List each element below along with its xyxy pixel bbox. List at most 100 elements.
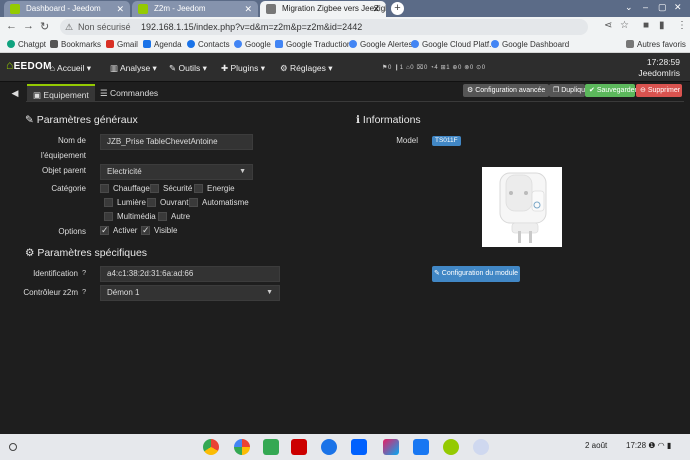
- checkbox-box[interactable]: [104, 212, 113, 221]
- checkbox-box[interactable]: [194, 184, 203, 193]
- close-tab-icon[interactable]: ✕: [244, 1, 252, 17]
- menu-accueil[interactable]: ⌂ Accueil ▾: [50, 63, 91, 74]
- menu-reglages[interactable]: ⚙ Réglages ▾: [280, 63, 333, 74]
- category-securite-checkbox[interactable]: Sécurité: [150, 184, 192, 194]
- battery-icon: ▮: [666, 441, 672, 450]
- browser-tab-strip: Dashboard - Jeedom ✕ Z2m - Jeedom ✕ Migr…: [0, 0, 690, 17]
- bookmark-google-cloud[interactable]: Google Cloud Platf...: [411, 39, 496, 51]
- app-gradient-icon[interactable]: [383, 439, 399, 455]
- checkbox-box[interactable]: [147, 198, 156, 207]
- bookmark-bookmarks[interactable]: Bookmarks: [50, 39, 101, 51]
- star-icon[interactable]: ☆: [620, 20, 629, 31]
- parent-object-select[interactable]: Electricité ▼: [100, 164, 253, 180]
- checkbox-box[interactable]: [158, 212, 167, 221]
- play-store-icon[interactable]: [263, 439, 279, 455]
- bookmark-contacts[interactable]: Contacts: [187, 39, 230, 51]
- help-icon[interactable]: ?: [82, 268, 86, 277]
- maximize-icon[interactable]: ▢: [658, 2, 667, 13]
- tab-search-icon[interactable]: ⌄: [625, 2, 633, 13]
- caret-down-icon: ▼: [239, 168, 246, 175]
- menu-analyse[interactable]: ▥ Analyse ▾: [110, 63, 157, 74]
- photos-icon[interactable]: [234, 439, 250, 455]
- url-text: 192.168.1.15/index.php?v=d&m=z2m&p=z2m&i…: [141, 22, 363, 32]
- facebook-icon[interactable]: [413, 439, 429, 455]
- clock-time: 17:28:59: [646, 57, 680, 67]
- browser-toolbar: ← → ↻ ⚠ Non sécurisé 192.168.1.15/index.…: [0, 17, 690, 37]
- checkbox-box[interactable]: [150, 184, 159, 193]
- delete-button[interactable]: ⊖ Supprimer: [636, 84, 682, 97]
- reload-icon[interactable]: ↻: [40, 20, 49, 33]
- advanced-config-button[interactable]: ⚙ Configuration avancée: [463, 84, 549, 97]
- sidepanel-icon[interactable]: ▮: [659, 20, 665, 31]
- extensions-icon[interactable]: ■: [643, 20, 649, 31]
- bookmark-google-alertes[interactable]: Google Alertes: [349, 39, 412, 51]
- forward-arrow-icon[interactable]: →: [23, 20, 34, 32]
- module-config-button[interactable]: ✎ Configuration du module: [432, 266, 520, 282]
- cogs-icon: ⚙: [25, 247, 38, 259]
- close-window-icon[interactable]: ✕: [674, 2, 682, 13]
- duplicate-button[interactable]: ❐ Dupliquer: [549, 84, 591, 97]
- bookmark-other-favorites[interactable]: Autres favoris: [626, 39, 686, 51]
- chrome-icon[interactable]: [203, 439, 219, 455]
- jeedom-app-icon[interactable]: [443, 439, 459, 455]
- category-multimedia-checkbox[interactable]: Multimédia: [104, 212, 156, 222]
- kebab-menu-icon[interactable]: ⋮: [677, 20, 687, 31]
- launcher-icon[interactable]: [9, 443, 17, 451]
- close-tab-icon[interactable]: ✕: [372, 1, 380, 17]
- option-activer-checkbox[interactable]: Activer: [100, 225, 137, 236]
- checkbox-box[interactable]: [100, 184, 109, 193]
- back-arrow-icon[interactable]: ←: [6, 20, 17, 32]
- checkbox-box[interactable]: [141, 225, 150, 235]
- messages-icon[interactable]: [321, 439, 337, 455]
- browser-tab-dashboard[interactable]: Dashboard - Jeedom ✕: [4, 1, 130, 17]
- notification-icon: ❶: [648, 441, 656, 450]
- category-energie-checkbox[interactable]: Energie: [194, 184, 235, 194]
- name-label-line2: l'équipement: [40, 151, 86, 160]
- menu-plugins[interactable]: ✚ Plugins ▾: [221, 63, 265, 74]
- bookmark-google-dashboard[interactable]: Google Dashboard: [491, 39, 569, 51]
- share-icon[interactable]: ⋖: [604, 20, 612, 31]
- checkbox-box[interactable]: [104, 198, 113, 207]
- dropbox-icon[interactable]: [351, 439, 367, 455]
- option-visible-checkbox[interactable]: Visible: [141, 225, 177, 236]
- help-icon[interactable]: ?: [82, 287, 86, 296]
- bookmark-gmail[interactable]: Gmail: [106, 39, 138, 51]
- device-image: [482, 167, 562, 247]
- copy-icon: ❐: [553, 87, 562, 94]
- bookmark-agenda[interactable]: Agenda: [143, 39, 182, 51]
- menu-outils[interactable]: ✎ Outils ▾: [169, 63, 207, 74]
- equipment-name-input[interactable]: JZB_Prise TableChevetAntoine: [100, 134, 253, 150]
- category-lumiere-checkbox[interactable]: Lumière: [104, 198, 146, 208]
- info-icon: ℹ: [356, 114, 363, 126]
- category-autre-checkbox[interactable]: Autre: [158, 212, 190, 222]
- back-circle-icon[interactable]: ◀: [8, 88, 22, 100]
- browser-tab-z2m[interactable]: Z2m - Jeedom ✕: [132, 1, 258, 17]
- close-tab-icon[interactable]: ✕: [116, 1, 124, 17]
- controller-label: Contrôleur z2m: [23, 288, 78, 297]
- controller-select[interactable]: Démon 1 ▼: [100, 285, 280, 301]
- save-button[interactable]: ✔ Sauvegarder: [585, 84, 637, 97]
- app-red-icon[interactable]: [291, 439, 307, 455]
- system-tray[interactable]: 17:28 ❶ ◠ ▮: [626, 441, 671, 450]
- jeedom-favicon-icon: [10, 4, 20, 14]
- minimize-icon[interactable]: –: [643, 2, 648, 12]
- date-indicator[interactable]: 2 août: [585, 441, 607, 450]
- browser-tab-migration[interactable]: Migration Zigbee vers JeeZigbee ✕: [260, 1, 386, 17]
- status-counters[interactable]: ⚑0 ❙1 ⌂0 ⌧0 ◔4 ⊞1 ⊕0 ⊗0 ⊙0: [382, 64, 486, 71]
- tab-commandes[interactable]: ☰ Commandes: [94, 84, 164, 102]
- tab-equipement[interactable]: ▣ Equipement: [27, 84, 95, 102]
- bookmark-google-traduction[interactable]: Google Traduction: [275, 39, 351, 51]
- checkbox-box[interactable]: [100, 225, 109, 235]
- category-automatisme-checkbox[interactable]: Automatisme: [189, 198, 249, 208]
- category-ouvrant-checkbox[interactable]: Ouvrant: [147, 198, 188, 208]
- category-label: Catégorie: [51, 184, 86, 193]
- bookmark-chatgpt[interactable]: Chatgpt: [7, 39, 46, 51]
- jeedom-logo[interactable]: ⌂EEDOM: [6, 58, 52, 72]
- address-bar[interactable]: ⚠ Non sécurisé 192.168.1.15/index.php?v=…: [60, 19, 588, 35]
- category-chauffage-checkbox[interactable]: Chauffage: [100, 184, 150, 194]
- checkbox-box[interactable]: [189, 198, 198, 207]
- app-blue-icon[interactable]: [473, 439, 489, 455]
- identification-input[interactable]: a4:c1:38:2d:31:6a:ad:66: [100, 266, 280, 282]
- bookmark-google[interactable]: Google: [234, 39, 271, 51]
- new-tab-button[interactable]: +: [391, 2, 404, 15]
